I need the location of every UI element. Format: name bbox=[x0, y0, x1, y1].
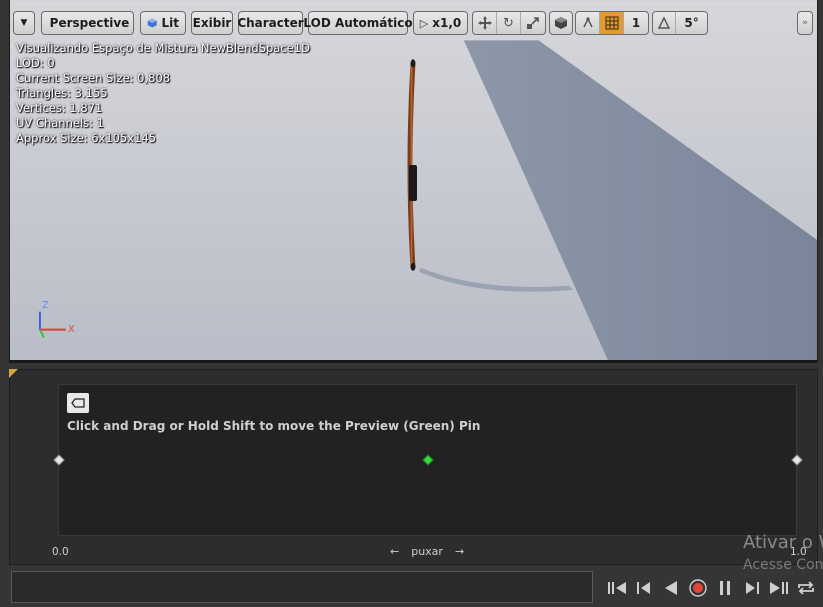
grid-icon bbox=[605, 16, 618, 30]
stats-uv-channels: UV Channels: 1 bbox=[16, 116, 104, 130]
activation-watermark-title: Ativar o W bbox=[743, 532, 823, 553]
skip-to-end-button[interactable] bbox=[767, 574, 791, 602]
coordinate-space-group bbox=[549, 11, 573, 35]
cube-icon bbox=[555, 17, 567, 29]
lod-label: LOD Automático bbox=[303, 16, 413, 30]
lit-button[interactable]: Lit bbox=[140, 11, 186, 35]
activation-watermark-subtitle: Acesse Conf bbox=[743, 557, 823, 573]
step-back-icon bbox=[637, 582, 650, 594]
grid-snap-toggle[interactable] bbox=[600, 12, 624, 34]
viewport-menu-button[interactable]: ▼ bbox=[13, 11, 35, 35]
play-speed-icon: ▷ bbox=[419, 16, 429, 30]
arrow-right-icon: → bbox=[454, 545, 465, 558]
toolbar-overflow-button[interactable]: » bbox=[797, 11, 813, 35]
gizmo-x-label: X bbox=[68, 324, 75, 335]
surface-snap-button[interactable] bbox=[576, 12, 600, 34]
surface-snap-icon bbox=[582, 17, 593, 28]
transport-controls bbox=[605, 573, 819, 603]
perspective-label: Perspective bbox=[49, 16, 130, 30]
play-reverse-icon bbox=[665, 581, 677, 595]
step-forward-icon bbox=[746, 582, 759, 594]
angle-snap-toggle[interactable] bbox=[653, 12, 677, 34]
transform-mode-group: ↻ bbox=[472, 11, 546, 35]
move-icon bbox=[477, 16, 492, 30]
scale-mode-button[interactable] bbox=[521, 12, 545, 34]
anim-editor-window: Z X ▼ Perspective Lit Exibir Character L… bbox=[0, 0, 823, 607]
loop-button[interactable] bbox=[794, 574, 818, 602]
toggle-labels-button[interactable] bbox=[67, 393, 89, 413]
skip-to-start-button[interactable] bbox=[605, 574, 629, 602]
playback-speed-button[interactable]: ▷ x1,0 bbox=[413, 11, 468, 35]
rotate-mode-button[interactable]: ↻ bbox=[497, 12, 521, 34]
stats-screen-size: Current Screen Size: 0,808 bbox=[16, 71, 171, 85]
scale-icon bbox=[527, 17, 539, 29]
translate-mode-button[interactable] bbox=[473, 12, 497, 34]
lod-button[interactable]: LOD Automático bbox=[303, 11, 413, 35]
record-icon bbox=[689, 579, 707, 597]
axis-min-label: 0.0 bbox=[52, 546, 69, 558]
gizmo-z-label: Z bbox=[42, 300, 49, 311]
loop-icon bbox=[798, 581, 814, 595]
chevron-down-icon: ▼ bbox=[20, 18, 28, 28]
viewport-toolbar: ▼ Perspective Lit Exibir Character LOD A… bbox=[9, 8, 818, 38]
play-reverse-button[interactable] bbox=[659, 574, 683, 602]
perspective-button[interactable]: Perspective bbox=[41, 11, 134, 35]
step-back-button[interactable] bbox=[632, 574, 656, 602]
stats-approx-size: Approx Size: 6x105x145 bbox=[16, 131, 157, 145]
axis-name: ← puxar → bbox=[390, 545, 464, 558]
angle-snap-value[interactable]: 5° bbox=[676, 12, 707, 34]
panel-corner-marker bbox=[9, 369, 18, 378]
skip-to-end-icon bbox=[770, 582, 788, 594]
grid-snap-value-label: 1 bbox=[631, 16, 641, 30]
grid-snap-value[interactable]: 1 bbox=[624, 12, 648, 34]
speed-label: x1,0 bbox=[432, 16, 462, 30]
lit-cube-icon bbox=[147, 18, 157, 28]
timeline-scrubber[interactable] bbox=[11, 571, 593, 603]
grid-snap-group: 1 bbox=[575, 11, 649, 35]
world-local-toggle[interactable] bbox=[550, 12, 572, 34]
show-button[interactable]: Exibir bbox=[191, 11, 233, 35]
record-button[interactable] bbox=[686, 574, 710, 602]
stats-triangles: Triangles: 3.155 bbox=[16, 86, 108, 100]
viewport-border bbox=[9, 360, 818, 363]
angle-snap-value-label: 5° bbox=[684, 16, 699, 30]
skip-to-start-icon bbox=[608, 582, 626, 594]
lit-label: Lit bbox=[161, 16, 180, 30]
stats-lod: LOD: 0 bbox=[16, 56, 55, 70]
show-label: Exibir bbox=[192, 16, 232, 30]
arrow-left-icon: ← bbox=[390, 545, 400, 558]
character-button[interactable]: Character bbox=[237, 11, 304, 35]
angle-snap-group: 5° bbox=[652, 11, 708, 35]
pause-button[interactable] bbox=[713, 574, 737, 602]
pause-icon bbox=[720, 581, 730, 595]
tag-icon bbox=[71, 398, 85, 408]
angle-icon bbox=[657, 16, 671, 29]
stats-vertices: Vertices: 1.871 bbox=[16, 101, 103, 115]
step-forward-button[interactable] bbox=[740, 574, 764, 602]
double-chevron-right-icon: » bbox=[802, 18, 808, 28]
character-label: Character bbox=[237, 16, 304, 30]
viewport-stats: Visualizando Espaço de Mistura NewBlendS… bbox=[16, 41, 310, 146]
stats-title: Visualizando Espaço de Mistura NewBlendS… bbox=[16, 41, 310, 55]
axis-name-label: puxar bbox=[411, 545, 443, 558]
graph-instruction: Click and Drag or Hold Shift to move the… bbox=[67, 419, 481, 433]
rotate-icon: ↻ bbox=[503, 15, 514, 31]
